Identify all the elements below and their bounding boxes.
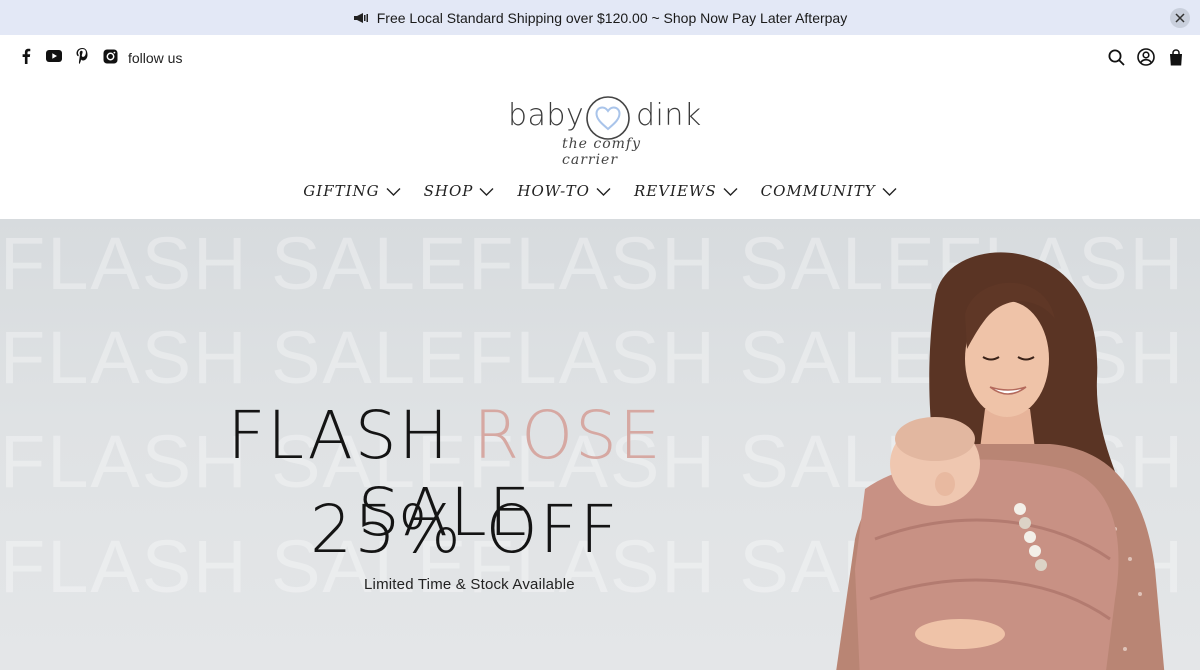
chevron-down-icon [596,184,611,199]
instagram-icon[interactable] [102,48,118,64]
nav-label: SHOP [423,182,474,200]
close-icon [1175,13,1185,23]
nav-item-how-to[interactable]: HOW-TO [517,182,611,200]
chevron-down-icon [386,184,401,199]
facebook-icon[interactable] [18,48,34,64]
hero-model-image [836,252,1165,670]
announcement-bar: Free Local Standard Shipping over $120.0… [0,0,1200,35]
announcement-text[interactable]: Free Local Standard Shipping over $120.0… [377,10,847,26]
logo-word-baby: baby [508,98,585,133]
nav-item-reviews[interactable]: REVIEWS [634,182,738,200]
cart-icon[interactable] [1166,47,1186,67]
chevron-down-icon [479,184,494,199]
utility-icons [1106,47,1186,67]
nav-label: HOW-TO [517,182,590,200]
nav-item-community[interactable]: COMMUNITY [761,182,897,200]
megaphone-icon [353,12,369,24]
account-icon[interactable] [1136,47,1156,67]
chevron-down-icon [882,184,897,199]
nav-label: COMMUNITY [760,182,876,200]
headline-part1: FLASH [227,397,474,474]
search-icon[interactable] [1106,47,1126,67]
hero-banner[interactable]: FLASH SALEFLASH SALEFLASH SA FLASH SALEF… [0,219,1200,670]
pinterest-icon[interactable] [74,48,90,64]
nav-item-gifting[interactable]: GIFTING [303,182,401,200]
logo-word-dink: dink [636,98,702,133]
discount-text: 25% OFF [310,491,620,568]
nav-label: REVIEWS [633,182,717,200]
close-announcement-button[interactable] [1170,8,1190,28]
logo-tagline: the comfy carrier [562,136,642,168]
follow-us-label: follow us [128,50,183,66]
youtube-icon[interactable] [46,48,62,64]
site-logo[interactable]: baby dink the comfy carrier [500,90,702,170]
nav-item-shop[interactable]: SHOP [424,182,495,200]
heart-logo-icon [584,94,632,142]
chevron-down-icon [723,184,738,199]
social-links [18,48,118,64]
hero-subtext: Limited Time & Stock Available [364,576,575,593]
nav-label: GIFTING [303,182,380,200]
main-navigation: GIFTING SHOP HOW-TO REVIEWS COMMUNITY [0,182,1200,200]
top-header: follow us [0,35,1200,80]
headline-accent-rose: ROSE [473,397,663,474]
